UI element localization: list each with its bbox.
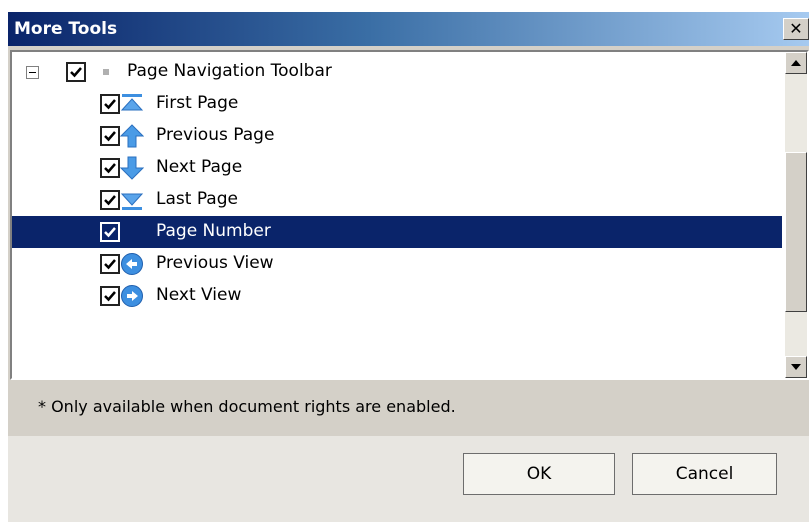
close-button[interactable]: ✕ [783, 18, 809, 40]
tree-label: Previous View [156, 253, 274, 273]
tree-row-page-navigation-toolbar[interactable]: Page Navigation Toolbar [12, 56, 782, 88]
next-page-checkbox[interactable] [100, 158, 120, 178]
close-icon: ✕ [789, 19, 803, 38]
dialog-title: More Tools [14, 19, 118, 39]
next-view-checkbox[interactable] [100, 286, 120, 306]
more-tools-dialog: More Tools ✕ Page Navigation Toolbar Fir… [8, 12, 809, 522]
tools-tree: Page Navigation Toolbar First Page Previ… [10, 50, 809, 380]
note-panel: * Only available when document rights ar… [8, 382, 809, 434]
scrollbar-thumb[interactable] [785, 152, 807, 312]
ok-button[interactable]: OK [463, 453, 615, 495]
tree-label: First Page [156, 93, 239, 113]
previous-view-icon [120, 252, 144, 276]
tree-label: Last Page [156, 189, 238, 209]
tree-row-last-page[interactable]: Last Page [12, 184, 782, 216]
tree-row-previous-view[interactable]: Previous View [12, 248, 782, 280]
next-page-icon [119, 156, 145, 180]
previous-page-icon [119, 124, 145, 148]
toolbar-bullet-icon [103, 69, 109, 75]
last-page-checkbox[interactable] [100, 190, 120, 210]
tree-label: Page Number [156, 221, 271, 241]
rights-note: * Only available when document rights ar… [38, 397, 456, 416]
scroll-up-button[interactable] [785, 52, 807, 74]
tree-label: Previous Page [156, 125, 275, 145]
scroll-down-button[interactable] [785, 356, 807, 378]
last-page-icon [120, 188, 144, 212]
page-number-checkbox[interactable] [100, 222, 120, 242]
vertical-scrollbar[interactable] [785, 52, 807, 378]
first-page-icon [120, 92, 144, 116]
arrow-up-icon [791, 60, 801, 66]
previous-view-checkbox[interactable] [100, 254, 120, 274]
toolbar-checkbox[interactable] [66, 62, 86, 82]
tree-row-first-page[interactable]: First Page [12, 88, 782, 120]
collapse-icon[interactable] [26, 66, 39, 79]
tree-row-next-view[interactable]: Next View [12, 280, 782, 312]
button-bar: OK Cancel [8, 436, 809, 522]
tree-row-next-page[interactable]: Next Page [12, 152, 782, 184]
next-view-icon [120, 284, 144, 308]
tree-label: Next View [156, 285, 242, 305]
previous-page-checkbox[interactable] [100, 126, 120, 146]
tree-label: Page Navigation Toolbar [127, 61, 332, 81]
first-page-checkbox[interactable] [100, 94, 120, 114]
cancel-button[interactable]: Cancel [632, 453, 777, 495]
tree-row-previous-page[interactable]: Previous Page [12, 120, 782, 152]
tree-label: Next Page [156, 157, 243, 177]
tree-row-page-number[interactable]: Page Number [12, 216, 782, 248]
arrow-down-icon [791, 364, 801, 370]
title-bar[interactable]: More Tools ✕ [8, 12, 809, 46]
